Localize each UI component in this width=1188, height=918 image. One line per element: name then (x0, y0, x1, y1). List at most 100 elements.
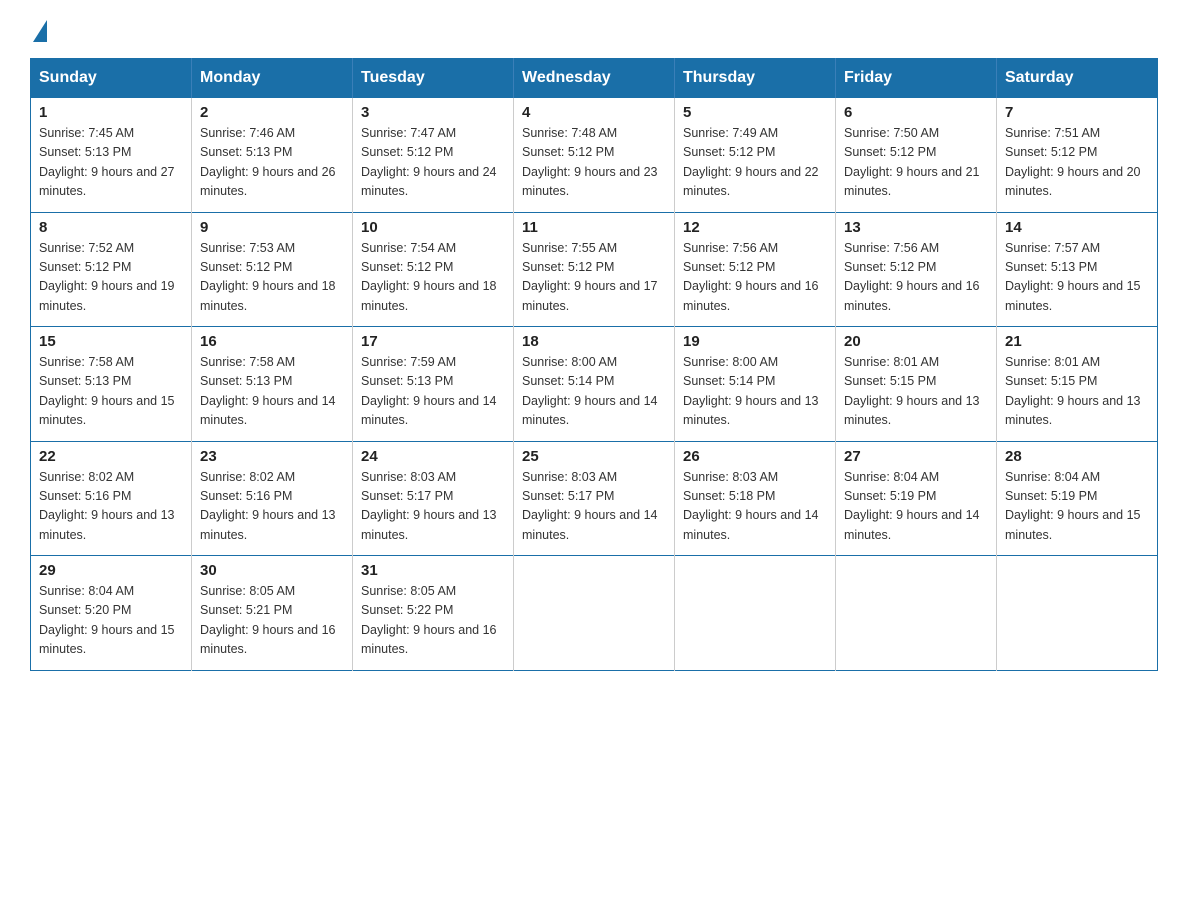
day-number: 8 (39, 219, 183, 236)
day-info: Sunrise: 8:04 AMSunset: 5:19 PMDaylight:… (844, 468, 988, 546)
day-number: 5 (683, 104, 827, 121)
day-info: Sunrise: 8:05 AMSunset: 5:22 PMDaylight:… (361, 582, 505, 660)
day-number: 21 (1005, 333, 1149, 350)
day-number: 25 (522, 448, 666, 465)
calendar-header-row: SundayMondayTuesdayWednesdayThursdayFrid… (31, 59, 1158, 98)
day-info: Sunrise: 8:04 AMSunset: 5:20 PMDaylight:… (39, 582, 183, 660)
day-number: 27 (844, 448, 988, 465)
day-info: Sunrise: 7:55 AMSunset: 5:12 PMDaylight:… (522, 239, 666, 317)
day-info: Sunrise: 8:01 AMSunset: 5:15 PMDaylight:… (1005, 353, 1149, 431)
day-number: 10 (361, 219, 505, 236)
calendar-week-row: 8 Sunrise: 7:52 AMSunset: 5:12 PMDayligh… (31, 212, 1158, 327)
calendar-day-cell: 15 Sunrise: 7:58 AMSunset: 5:13 PMDaylig… (31, 327, 192, 442)
calendar-day-cell: 18 Sunrise: 8:00 AMSunset: 5:14 PMDaylig… (514, 327, 675, 442)
day-info: Sunrise: 7:54 AMSunset: 5:12 PMDaylight:… (361, 239, 505, 317)
calendar-week-row: 15 Sunrise: 7:58 AMSunset: 5:13 PMDaylig… (31, 327, 1158, 442)
day-number: 29 (39, 562, 183, 579)
day-info: Sunrise: 7:57 AMSunset: 5:13 PMDaylight:… (1005, 239, 1149, 317)
day-info: Sunrise: 7:46 AMSunset: 5:13 PMDaylight:… (200, 124, 344, 202)
calendar-day-cell: 14 Sunrise: 7:57 AMSunset: 5:13 PMDaylig… (997, 212, 1158, 327)
day-of-week-header: Sunday (31, 59, 192, 98)
calendar-table: SundayMondayTuesdayWednesdayThursdayFrid… (30, 58, 1158, 671)
day-info: Sunrise: 7:59 AMSunset: 5:13 PMDaylight:… (361, 353, 505, 431)
calendar-day-cell: 31 Sunrise: 8:05 AMSunset: 5:22 PMDaylig… (353, 556, 514, 671)
calendar-day-cell: 9 Sunrise: 7:53 AMSunset: 5:12 PMDayligh… (192, 212, 353, 327)
calendar-day-cell: 28 Sunrise: 8:04 AMSunset: 5:19 PMDaylig… (997, 441, 1158, 556)
calendar-day-cell: 11 Sunrise: 7:55 AMSunset: 5:12 PMDaylig… (514, 212, 675, 327)
day-number: 6 (844, 104, 988, 121)
calendar-day-cell: 23 Sunrise: 8:02 AMSunset: 5:16 PMDaylig… (192, 441, 353, 556)
day-of-week-header: Tuesday (353, 59, 514, 98)
day-info: Sunrise: 8:02 AMSunset: 5:16 PMDaylight:… (200, 468, 344, 546)
calendar-day-cell: 6 Sunrise: 7:50 AMSunset: 5:12 PMDayligh… (836, 98, 997, 213)
day-info: Sunrise: 7:50 AMSunset: 5:12 PMDaylight:… (844, 124, 988, 202)
day-info: Sunrise: 8:05 AMSunset: 5:21 PMDaylight:… (200, 582, 344, 660)
day-info: Sunrise: 7:58 AMSunset: 5:13 PMDaylight:… (200, 353, 344, 431)
day-info: Sunrise: 7:56 AMSunset: 5:12 PMDaylight:… (683, 239, 827, 317)
calendar-week-row: 29 Sunrise: 8:04 AMSunset: 5:20 PMDaylig… (31, 556, 1158, 671)
calendar-week-row: 22 Sunrise: 8:02 AMSunset: 5:16 PMDaylig… (31, 441, 1158, 556)
calendar-day-cell: 16 Sunrise: 7:58 AMSunset: 5:13 PMDaylig… (192, 327, 353, 442)
day-of-week-header: Monday (192, 59, 353, 98)
calendar-day-cell: 30 Sunrise: 8:05 AMSunset: 5:21 PMDaylig… (192, 556, 353, 671)
calendar-day-cell: 29 Sunrise: 8:04 AMSunset: 5:20 PMDaylig… (31, 556, 192, 671)
day-number: 24 (361, 448, 505, 465)
day-of-week-header: Thursday (675, 59, 836, 98)
day-number: 9 (200, 219, 344, 236)
calendar-day-cell: 13 Sunrise: 7:56 AMSunset: 5:12 PMDaylig… (836, 212, 997, 327)
calendar-day-cell: 5 Sunrise: 7:49 AMSunset: 5:12 PMDayligh… (675, 98, 836, 213)
day-number: 2 (200, 104, 344, 121)
day-number: 17 (361, 333, 505, 350)
day-info: Sunrise: 8:03 AMSunset: 5:17 PMDaylight:… (522, 468, 666, 546)
day-number: 28 (1005, 448, 1149, 465)
calendar-day-cell: 22 Sunrise: 8:02 AMSunset: 5:16 PMDaylig… (31, 441, 192, 556)
day-number: 20 (844, 333, 988, 350)
day-info: Sunrise: 8:01 AMSunset: 5:15 PMDaylight:… (844, 353, 988, 431)
day-info: Sunrise: 7:56 AMSunset: 5:12 PMDaylight:… (844, 239, 988, 317)
logo (30, 20, 47, 40)
page-header (30, 20, 1158, 40)
calendar-week-row: 1 Sunrise: 7:45 AMSunset: 5:13 PMDayligh… (31, 98, 1158, 213)
calendar-day-cell: 17 Sunrise: 7:59 AMSunset: 5:13 PMDaylig… (353, 327, 514, 442)
day-info: Sunrise: 8:00 AMSunset: 5:14 PMDaylight:… (522, 353, 666, 431)
day-number: 4 (522, 104, 666, 121)
day-number: 26 (683, 448, 827, 465)
day-info: Sunrise: 8:00 AMSunset: 5:14 PMDaylight:… (683, 353, 827, 431)
calendar-day-cell: 4 Sunrise: 7:48 AMSunset: 5:12 PMDayligh… (514, 98, 675, 213)
day-info: Sunrise: 7:47 AMSunset: 5:12 PMDaylight:… (361, 124, 505, 202)
day-info: Sunrise: 7:49 AMSunset: 5:12 PMDaylight:… (683, 124, 827, 202)
calendar-day-cell: 24 Sunrise: 8:03 AMSunset: 5:17 PMDaylig… (353, 441, 514, 556)
calendar-day-cell (514, 556, 675, 671)
calendar-day-cell: 19 Sunrise: 8:00 AMSunset: 5:14 PMDaylig… (675, 327, 836, 442)
day-info: Sunrise: 7:58 AMSunset: 5:13 PMDaylight:… (39, 353, 183, 431)
day-number: 18 (522, 333, 666, 350)
calendar-day-cell: 20 Sunrise: 8:01 AMSunset: 5:15 PMDaylig… (836, 327, 997, 442)
day-number: 16 (200, 333, 344, 350)
day-info: Sunrise: 8:04 AMSunset: 5:19 PMDaylight:… (1005, 468, 1149, 546)
calendar-day-cell (836, 556, 997, 671)
day-number: 22 (39, 448, 183, 465)
day-info: Sunrise: 7:45 AMSunset: 5:13 PMDaylight:… (39, 124, 183, 202)
day-number: 7 (1005, 104, 1149, 121)
day-number: 3 (361, 104, 505, 121)
day-info: Sunrise: 8:02 AMSunset: 5:16 PMDaylight:… (39, 468, 183, 546)
calendar-day-cell: 3 Sunrise: 7:47 AMSunset: 5:12 PMDayligh… (353, 98, 514, 213)
day-number: 30 (200, 562, 344, 579)
calendar-day-cell: 8 Sunrise: 7:52 AMSunset: 5:12 PMDayligh… (31, 212, 192, 327)
day-number: 23 (200, 448, 344, 465)
calendar-day-cell: 7 Sunrise: 7:51 AMSunset: 5:12 PMDayligh… (997, 98, 1158, 213)
day-info: Sunrise: 8:03 AMSunset: 5:18 PMDaylight:… (683, 468, 827, 546)
calendar-day-cell: 2 Sunrise: 7:46 AMSunset: 5:13 PMDayligh… (192, 98, 353, 213)
day-number: 14 (1005, 219, 1149, 236)
day-number: 13 (844, 219, 988, 236)
calendar-day-cell: 26 Sunrise: 8:03 AMSunset: 5:18 PMDaylig… (675, 441, 836, 556)
calendar-day-cell: 27 Sunrise: 8:04 AMSunset: 5:19 PMDaylig… (836, 441, 997, 556)
day-number: 11 (522, 219, 666, 236)
day-number: 31 (361, 562, 505, 579)
day-of-week-header: Wednesday (514, 59, 675, 98)
day-of-week-header: Friday (836, 59, 997, 98)
day-info: Sunrise: 8:03 AMSunset: 5:17 PMDaylight:… (361, 468, 505, 546)
day-info: Sunrise: 7:51 AMSunset: 5:12 PMDaylight:… (1005, 124, 1149, 202)
day-info: Sunrise: 7:48 AMSunset: 5:12 PMDaylight:… (522, 124, 666, 202)
day-number: 12 (683, 219, 827, 236)
